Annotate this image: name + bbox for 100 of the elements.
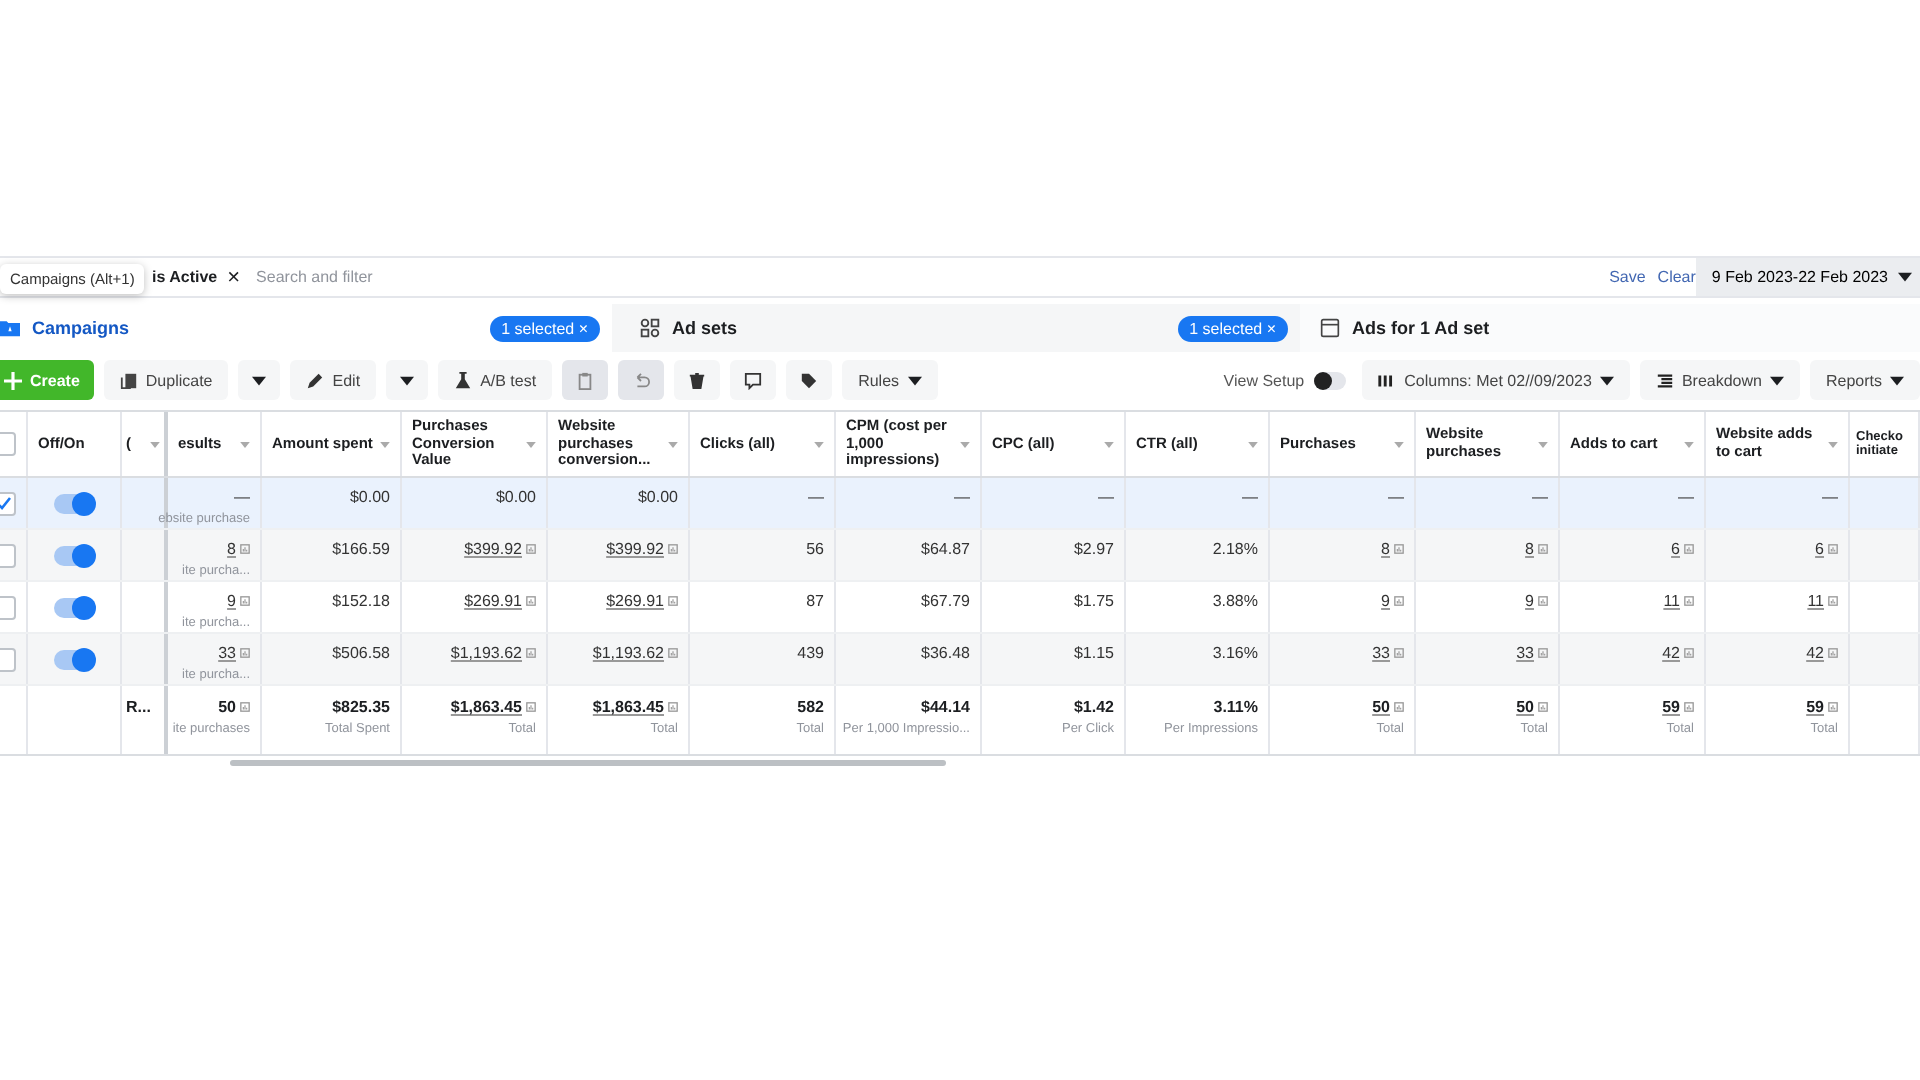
value-link[interactable]: $399.92	[606, 540, 664, 558]
toggle-switch[interactable]	[54, 493, 94, 513]
value-link[interactable]: $399.92	[464, 540, 522, 558]
value-link[interactable]: $1,193.62	[592, 644, 664, 662]
chart-icon[interactable]	[240, 648, 250, 658]
toggle-switch[interactable]	[54, 597, 94, 617]
rules-button[interactable]: Rules	[842, 360, 938, 400]
chart-icon[interactable]	[526, 648, 536, 658]
chart-icon[interactable]	[1684, 544, 1694, 554]
remove-filter-button[interactable]: ×	[227, 265, 241, 289]
dropdown-button[interactable]	[386, 360, 429, 400]
chart-icon[interactable]	[1538, 544, 1548, 554]
cell-value: $0.00	[349, 488, 390, 506]
sort-caret-icon[interactable]	[1248, 441, 1258, 447]
chart-icon[interactable]	[1394, 648, 1404, 658]
chart-icon[interactable]	[240, 544, 250, 554]
chart-icon[interactable]	[1828, 596, 1838, 606]
chart-icon[interactable]	[1828, 702, 1838, 712]
value-link[interactable]: $1,863.45	[592, 698, 664, 716]
chart-icon[interactable]	[526, 544, 536, 554]
columns-button[interactable]: Columns: Met 02//09/2023	[1362, 360, 1630, 400]
chart-icon[interactable]	[526, 702, 536, 712]
sort-caret-icon[interactable]	[150, 441, 160, 447]
sort-caret-icon[interactable]	[240, 441, 250, 447]
sort-caret-icon[interactable]	[960, 441, 970, 447]
chart-icon[interactable]	[1828, 544, 1838, 554]
toggle-switch[interactable]	[54, 545, 94, 565]
chart-icon[interactable]	[1394, 596, 1404, 606]
sort-caret-icon[interactable]	[380, 441, 390, 447]
value-link[interactable]: $269.91	[464, 592, 522, 610]
chart-icon[interactable]	[240, 596, 250, 606]
value-link[interactable]: 59	[1806, 698, 1824, 716]
sort-caret-icon[interactable]	[1104, 441, 1114, 447]
sort-caret-icon[interactable]	[1684, 441, 1694, 447]
chart-icon[interactable]	[240, 702, 250, 712]
value-link[interactable]: 42	[1662, 644, 1680, 662]
sort-caret-icon[interactable]	[1828, 441, 1838, 447]
selection-badge[interactable]: 1 selected ×	[489, 315, 600, 341]
value-link[interactable]: 8	[227, 540, 236, 558]
value-link[interactable]: 9	[227, 592, 236, 610]
sort-caret-icon[interactable]	[526, 441, 536, 447]
value-link[interactable]: 42	[1806, 644, 1824, 662]
chart-icon[interactable]	[1684, 702, 1694, 712]
sort-caret-icon[interactable]	[1538, 441, 1548, 447]
caret-icon	[1769, 375, 1784, 385]
reports-button[interactable]: Reports	[1809, 360, 1920, 400]
chart-icon[interactable]	[1538, 596, 1548, 606]
chart-icon[interactable]	[1684, 596, 1694, 606]
chart-icon[interactable]	[1828, 648, 1838, 658]
value-link[interactable]: 9	[1525, 592, 1534, 610]
dropdown-button[interactable]	[238, 360, 281, 400]
trash-button[interactable]	[674, 360, 721, 400]
edit-button[interactable]: Edit	[290, 360, 377, 400]
sort-caret-icon[interactable]	[814, 441, 824, 447]
toggle-switch[interactable]	[54, 649, 94, 669]
tab[interactable]: Ad sets 1 selected ×	[612, 304, 1300, 352]
duplicate-button[interactable]: Duplicate	[103, 360, 229, 400]
value-link[interactable]: $269.91	[606, 592, 664, 610]
chart-icon[interactable]	[526, 596, 536, 606]
tag-button[interactable]	[786, 360, 833, 400]
chart-icon[interactable]	[668, 596, 678, 606]
value-link[interactable]: 6	[1815, 540, 1824, 558]
chart-icon[interactable]	[668, 648, 678, 658]
value-link[interactable]: 33	[1516, 644, 1534, 662]
value-link[interactable]: 11	[1663, 592, 1680, 610]
cell-value: $1.42	[1073, 698, 1114, 716]
clear-link[interactable]: Clear	[1657, 268, 1696, 286]
selection-badge[interactable]: 1 selected ×	[1177, 315, 1288, 341]
caret-icon	[252, 375, 267, 385]
chart-icon[interactable]	[668, 702, 678, 712]
value-link[interactable]: 50	[1516, 698, 1534, 716]
sort-caret-icon[interactable]	[668, 441, 678, 447]
breakdown-button[interactable]: Breakdown	[1639, 360, 1800, 400]
ab-test-button[interactable]: A/B test	[438, 360, 553, 400]
date-range-button[interactable]: 9 Feb 2023-22 Feb 2023	[1695, 258, 1920, 296]
value-link[interactable]: $1,863.45	[450, 698, 522, 716]
view-setup-toggle[interactable]	[1314, 371, 1347, 389]
value-link[interactable]: 50	[1372, 698, 1390, 716]
value-link[interactable]: 8	[1525, 540, 1534, 558]
value-link[interactable]: 33	[1372, 644, 1390, 662]
value-link[interactable]: 8	[1381, 540, 1390, 558]
chart-icon[interactable]	[1684, 648, 1694, 658]
value-link[interactable]: 33	[218, 644, 236, 662]
undo-icon	[632, 371, 651, 389]
value-link[interactable]: 59	[1662, 698, 1680, 716]
value-link[interactable]: 9	[1381, 592, 1390, 610]
chart-icon[interactable]	[1538, 648, 1548, 658]
value-link[interactable]: $1,193.62	[450, 644, 522, 662]
chart-icon[interactable]	[1394, 544, 1404, 554]
chart-icon[interactable]	[1394, 702, 1404, 712]
tab[interactable]: Ads for 1 Ad set	[1300, 304, 1920, 352]
tab[interactable]: Campaigns 1 selected ×	[0, 304, 612, 352]
value-link[interactable]: 6	[1671, 540, 1680, 558]
value-link[interactable]: 11	[1807, 592, 1824, 610]
sort-caret-icon[interactable]	[1394, 441, 1404, 447]
comment-button[interactable]	[730, 360, 777, 400]
save-link[interactable]: Save	[1609, 268, 1646, 286]
scrollbar[interactable]	[230, 760, 946, 766]
chart-icon[interactable]	[668, 544, 678, 554]
chart-icon[interactable]	[1538, 702, 1548, 712]
